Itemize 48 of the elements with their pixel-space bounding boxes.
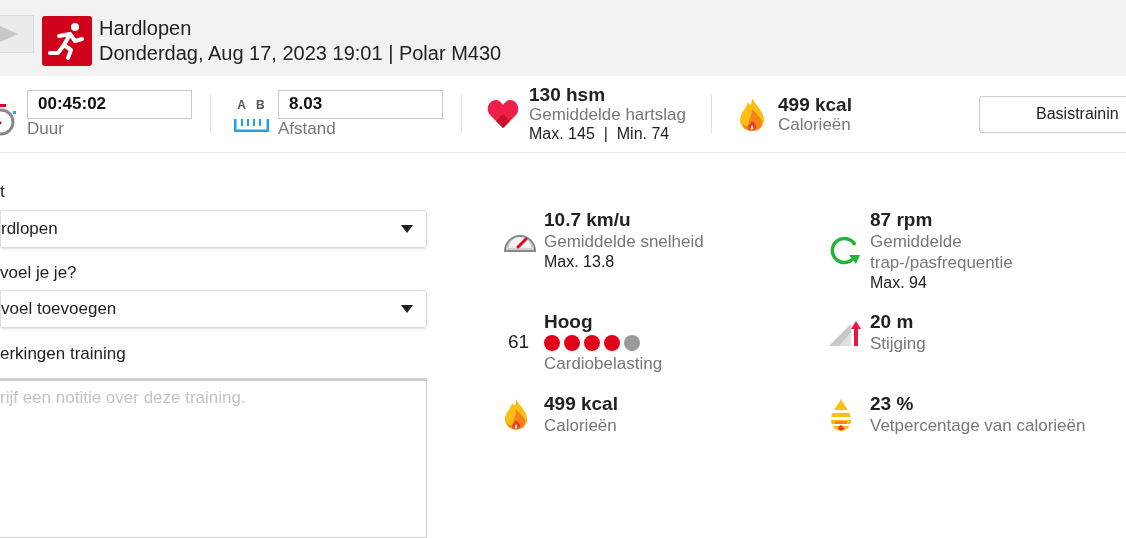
point-letter: B (256, 97, 265, 114)
feeling-select[interactable]: voel toevoegen (0, 290, 427, 328)
metric-value: 20 m (870, 311, 915, 333)
ruler-icon (233, 118, 269, 132)
activity-title: Hardlopen (99, 16, 193, 41)
heart-rate-label: Gemiddelde hartslag (529, 104, 686, 124)
heart-rate-value: 130 hsm (529, 84, 607, 105)
calories-label: Calorieën (778, 114, 852, 135)
metric-value: 499 kcal (544, 393, 618, 415)
back-button[interactable] (0, 15, 34, 53)
metric-label: Stijging (870, 333, 926, 354)
activity-subtitle: Donderdag, Aug 17, 2023 19:01 | Polar M430 (99, 41, 502, 66)
running-icon (42, 16, 92, 66)
metric-value: 10.7 km/u (544, 209, 632, 231)
heart-icon (487, 99, 519, 129)
distance-label: Afstand (278, 118, 337, 139)
heart-rate-range: Max. 145 | Min. 74 (529, 123, 671, 144)
caret-icon (401, 305, 413, 313)
metric-label: Calorieën (544, 415, 618, 436)
notes-field[interactable]: rijf een notitie over deze training. (0, 378, 427, 538)
striped-flame-icon (829, 397, 853, 432)
sport-label: t (0, 181, 6, 201)
metric-label: Cardiobelasting (544, 353, 663, 374)
cardio-score: 61 (507, 330, 530, 355)
flame-icon (503, 398, 529, 431)
metric-value: 87 rpm (870, 209, 934, 231)
flame-icon (738, 96, 766, 132)
metric-label: Gemiddelde snelheid (544, 231, 704, 252)
duration-field[interactable]: 00:45:02 (27, 89, 192, 119)
notes-label: erkingen training (0, 343, 127, 363)
training-type-button[interactable]: Basistrainin (979, 95, 1126, 133)
stopwatch-icon (0, 103, 16, 137)
feeling-label: voel je je? (0, 262, 78, 282)
ascent-icon (829, 319, 863, 346)
metric-detail: Max. 13.8 (544, 252, 616, 272)
metric-value: Hoog (544, 311, 594, 333)
point-letter: A (237, 97, 246, 114)
triangle-icon (0, 24, 18, 44)
duration-label: Duur (27, 118, 65, 139)
metric-detail: Max. 94 (870, 273, 928, 293)
metric-label: Vetpercentage van calorieën (870, 415, 1086, 436)
sport-select[interactable]: rdlopen (0, 210, 427, 248)
distance-field[interactable]: 8.03 (278, 89, 443, 119)
metric-label: Gemiddelde trap-/pasfrequentie (870, 231, 1014, 273)
caret-icon (401, 225, 413, 233)
circular-arrow-icon (829, 236, 861, 266)
calories-value: 499 kcal (778, 93, 852, 115)
metric-value: 23 % (870, 393, 915, 415)
